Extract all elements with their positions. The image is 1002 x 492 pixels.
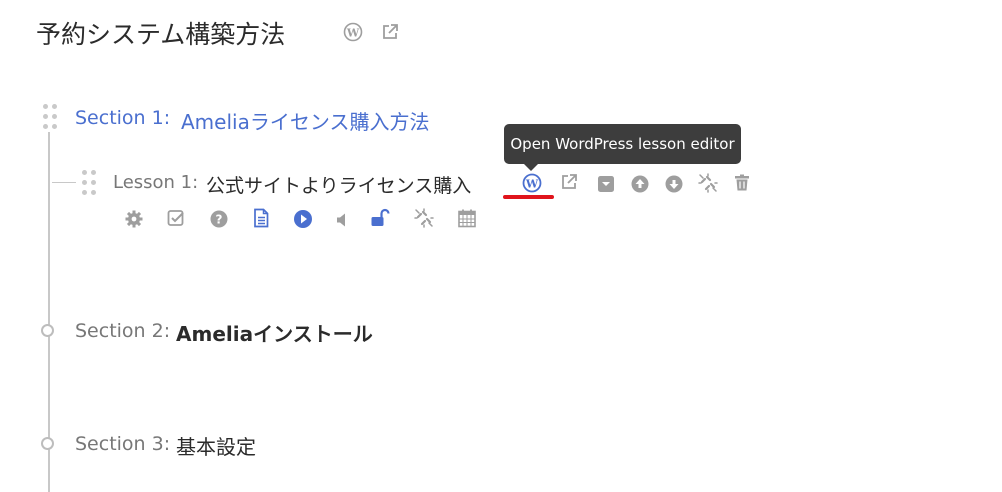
section-2-title[interactable]: Ameliaインストール [176,318,373,347]
trash-icon[interactable] [732,173,752,193]
tooltip: Open WordPress lesson editor [504,124,741,164]
svg-text:W: W [525,177,539,190]
course-title: 予約システム構築方法 [36,20,286,49]
tooltip-arrow [523,163,539,171]
lesson-1-label: Lesson 1: [113,172,199,193]
audio-icon[interactable] [333,210,353,230]
unlink-icon[interactable] [698,173,718,193]
lesson-1-title[interactable]: 公式サイトよりライセンス購入 [206,171,471,198]
section-drag-handle[interactable] [43,104,57,132]
help-icon[interactable]: ? [209,209,229,229]
move-up-icon[interactable] [630,174,650,194]
document-icon[interactable] [251,208,271,228]
wordpress-icon[interactable]: W [522,173,542,193]
collapse-icon[interactable] [596,174,616,194]
section-2-node [41,324,54,337]
highlight-underline [503,195,554,199]
move-down-icon[interactable] [664,174,684,194]
calendar-icon[interactable] [457,208,477,228]
external-link-icon[interactable] [380,22,400,42]
lesson-drag-handle[interactable] [82,170,96,198]
section-1-title[interactable]: Ameliaライセンス購入方法 [181,106,429,135]
section-2-label[interactable]: Section 2: [75,320,170,342]
settings-icon[interactable] [124,209,144,229]
checkbox-icon[interactable] [166,208,186,228]
lesson-connector [52,182,76,183]
section-3-title[interactable]: 基本設定 [176,431,256,460]
section-3-label[interactable]: Section 3: [75,433,170,455]
svg-text:?: ? [216,213,223,227]
section-3-node [41,437,54,450]
section-1-label[interactable]: Section 1: [75,107,170,129]
wordpress-icon[interactable]: W [343,22,363,42]
svg-text:W: W [346,26,360,39]
external-link-icon[interactable] [559,172,579,192]
play-icon[interactable] [293,209,313,229]
unlink-icon[interactable] [414,208,434,228]
unlock-icon[interactable] [370,208,390,228]
